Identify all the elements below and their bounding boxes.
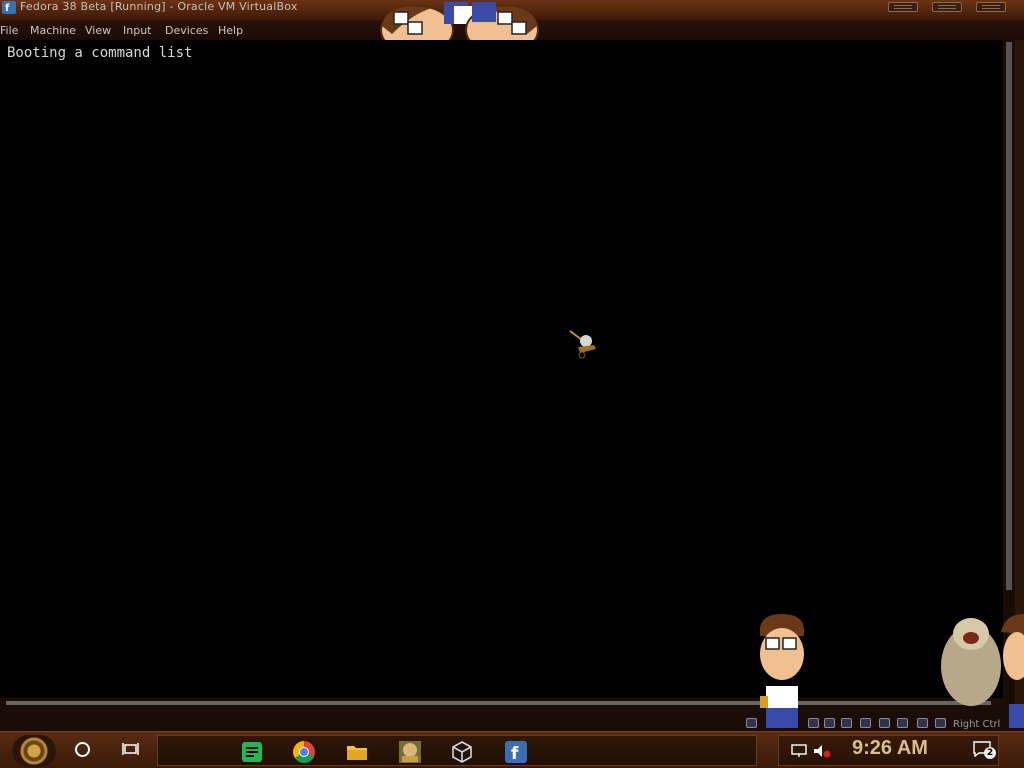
menu-file[interactable]: File [0,24,18,37]
svg-text:f: f [511,744,519,764]
vertical-scrollbar[interactable] [1003,40,1015,698]
window-title: Fedora 38 Beta [Running] - Oracle VM Vir… [20,0,298,13]
maximize-button[interactable] [932,2,962,12]
menu-view[interactable]: View [85,24,111,37]
menu-devices[interactable]: Devices [165,24,208,37]
recording-icon[interactable] [879,718,890,728]
cursor-cartoon-icon [569,330,596,359]
vertical-scrollbar-thumb[interactable] [1006,42,1012,590]
vt-x-icon[interactable] [897,718,908,728]
minimize-button[interactable] [888,2,918,12]
virtualbox-box-icon[interactable] [398,740,422,764]
fedora-icon[interactable]: f [504,740,528,764]
svg-text:f: f [5,3,10,14]
mouse-integration-icon[interactable] [917,718,928,728]
taskbar-app-tray: f [157,735,757,766]
chrome-icon[interactable] [292,740,316,764]
horizontal-scrollbar-thumb[interactable] [6,701,991,705]
vm-display[interactable]: Booting a command list [0,40,1003,698]
notes-app-icon[interactable] [240,740,264,764]
network-tray-icon[interactable] [791,744,807,758]
vm-status-bar: Right Ctrl [0,708,1024,731]
clock[interactable]: 9:26 AM [852,737,928,760]
menu-help[interactable]: Help [218,24,243,37]
fedora-app-icon: f [2,1,16,14]
close-button[interactable] [976,2,1006,12]
shared-folders-icon[interactable] [841,718,852,728]
cartoon-figure-decoration [760,614,804,728]
menu-machine[interactable]: Machine [30,24,76,37]
file-explorer-icon[interactable] [345,740,369,764]
usb-icon[interactable] [824,718,835,728]
search-cortana-icon[interactable] [75,742,90,757]
virtualbox-cube-icon[interactable] [450,740,474,764]
display-icon[interactable] [860,718,871,728]
horizontal-scrollbar[interactable] [0,698,1015,708]
windows-taskbar: f 9:26 AM 2 [0,731,1024,768]
notification-count-badge: 2 [984,747,996,759]
task-view-icon[interactable] [122,742,139,756]
menu-input[interactable]: Input [123,24,151,37]
volume-muted-icon[interactable] [813,744,831,758]
cartoon-group-decoration [941,614,1024,728]
start-button[interactable] [12,735,56,767]
console-output: Booting a command list [7,45,193,61]
